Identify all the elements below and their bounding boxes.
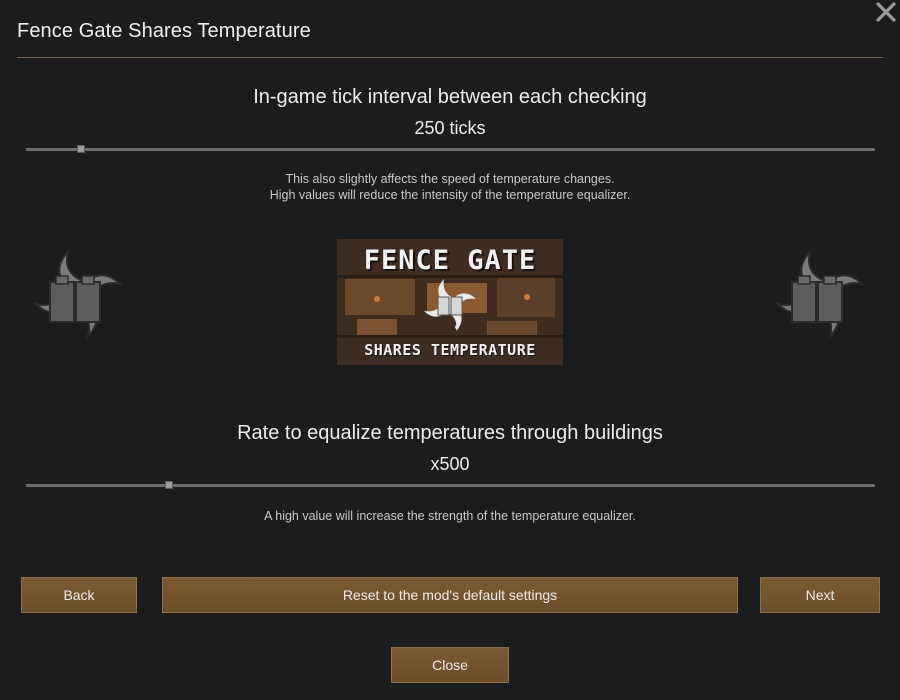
tick-interval-note-1: This also slightly affects the speed of …	[285, 172, 615, 186]
tick-interval-heading: In-game tick interval between each check…	[253, 86, 647, 108]
tick-interval-note-2: High values will reduce the intensity of…	[269, 188, 631, 202]
close-button[interactable]: Close	[391, 647, 509, 683]
rate-value: x500	[430, 454, 470, 474]
tick-interval-slider[interactable]	[26, 145, 875, 153]
rate-heading: Rate to equalize temperatures through bu…	[237, 422, 663, 444]
logo-subtitle-text: SHARES TEMPERATURE	[364, 341, 536, 359]
tick-interval-value: 250 ticks	[414, 118, 486, 138]
rate-slider[interactable]	[26, 481, 875, 489]
back-button[interactable]: Back	[21, 577, 137, 613]
rate-note: A high value will increase the strength …	[264, 509, 636, 523]
reset-defaults-button[interactable]: Reset to the mod's default settings	[162, 577, 738, 613]
close-icon[interactable]	[874, 0, 898, 24]
rate-slider-thumb[interactable]	[164, 481, 173, 489]
fence-gate-temperature-icon	[774, 248, 866, 340]
fence-gate-temperature-icon	[32, 248, 124, 340]
title-divider	[17, 57, 883, 58]
tick-interval-slider-thumb[interactable]	[77, 145, 86, 153]
next-button[interactable]: Next	[760, 577, 880, 613]
mod-settings-dialog: Fence Gate Shares Temperature In-game ti…	[0, 0, 900, 700]
mod-logo: FENCE GATE SHARES TEMPERATURE	[337, 239, 563, 365]
dialog-title: Fence Gate Shares Temperature	[17, 20, 311, 42]
logo-title-text: FENCE GATE	[363, 245, 537, 276]
